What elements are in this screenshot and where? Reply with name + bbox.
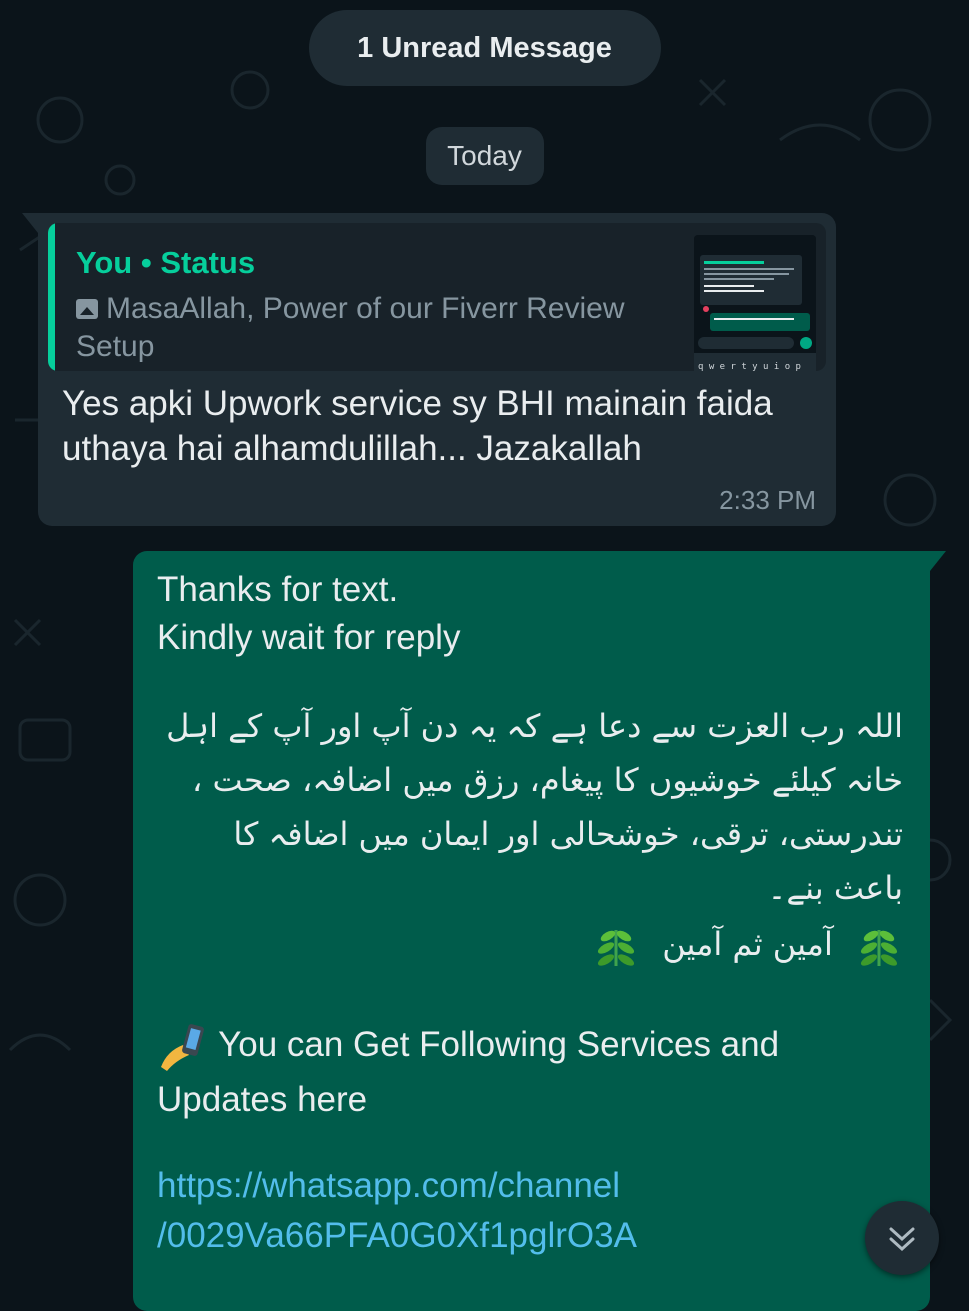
outgoing-line-1: Thanks for text. <box>157 570 399 609</box>
unread-messages-banner: 1 Unread Message <box>308 10 661 86</box>
image-icon <box>76 299 98 319</box>
double-chevron-down-icon <box>889 1227 915 1252</box>
services-text: You can Get Following Services and Updat… <box>157 1025 780 1119</box>
urdu-prayer-line: آمین ثم آمین <box>157 917 903 971</box>
incoming-message-bubble[interactable]: You • Status MasaAllah, Power of our Fiv… <box>22 213 836 526</box>
channel-link-line-2: /0029Va66PFA0G0Xf1pglrO3A <box>157 1216 637 1255</box>
outgoing-line-2: Kindly wait for reply <box>157 618 461 657</box>
urdu-prayer-block: اللہ رب العزت سے دعا ہے کہ یہ دن آپ اور … <box>157 699 903 971</box>
outgoing-message-bubble[interactable]: Thanks for text. Kindly wait for reply ا… <box>133 551 946 1311</box>
date-divider: Today <box>425 127 544 185</box>
svg-text:q w e r t y u i o p: q w e r t y u i o p <box>698 362 801 371</box>
quote-text-row: MasaAllah, Power of our Fiverr Review Se… <box>76 290 676 366</box>
scroll-to-bottom-button[interactable] <box>865 1201 939 1275</box>
quoted-status-reply[interactable]: You • Status MasaAllah, Power of our Fiv… <box>48 223 826 371</box>
quote-accent-bar <box>48 223 55 371</box>
mobile-phone-icon <box>161 1023 204 1071</box>
urdu-paragraph: اللہ رب العزت سے دعا ہے کہ یہ دن آپ اور … <box>166 707 903 907</box>
quote-sender: You • Status <box>76 245 256 280</box>
services-text-block: You can Get Following Services and Updat… <box>157 1018 907 1127</box>
message-timestamp: 2:33 PM <box>719 485 816 515</box>
channel-link-line-1: https://whatsapp.com/channel <box>157 1166 621 1205</box>
bubble-tail <box>930 551 946 571</box>
status-thumbnail[interactable]: q w e r t y u i o p <box>694 235 816 371</box>
channel-link[interactable]: https://whatsapp.com/channel /0029Va66PF… <box>157 1161 907 1261</box>
herb-icon <box>597 930 635 966</box>
herb-icon <box>860 930 898 966</box>
urdu-prayer: آمین ثم آمین <box>662 925 833 963</box>
status-thumbnail-image: q w e r t y u i o p <box>694 235 816 371</box>
incoming-message-text: Yes apki Upwork service sy BHI mainain f… <box>62 384 773 468</box>
bubble-tail <box>22 213 38 233</box>
quote-text: MasaAllah, Power of our Fiverr Review Se… <box>76 292 625 363</box>
